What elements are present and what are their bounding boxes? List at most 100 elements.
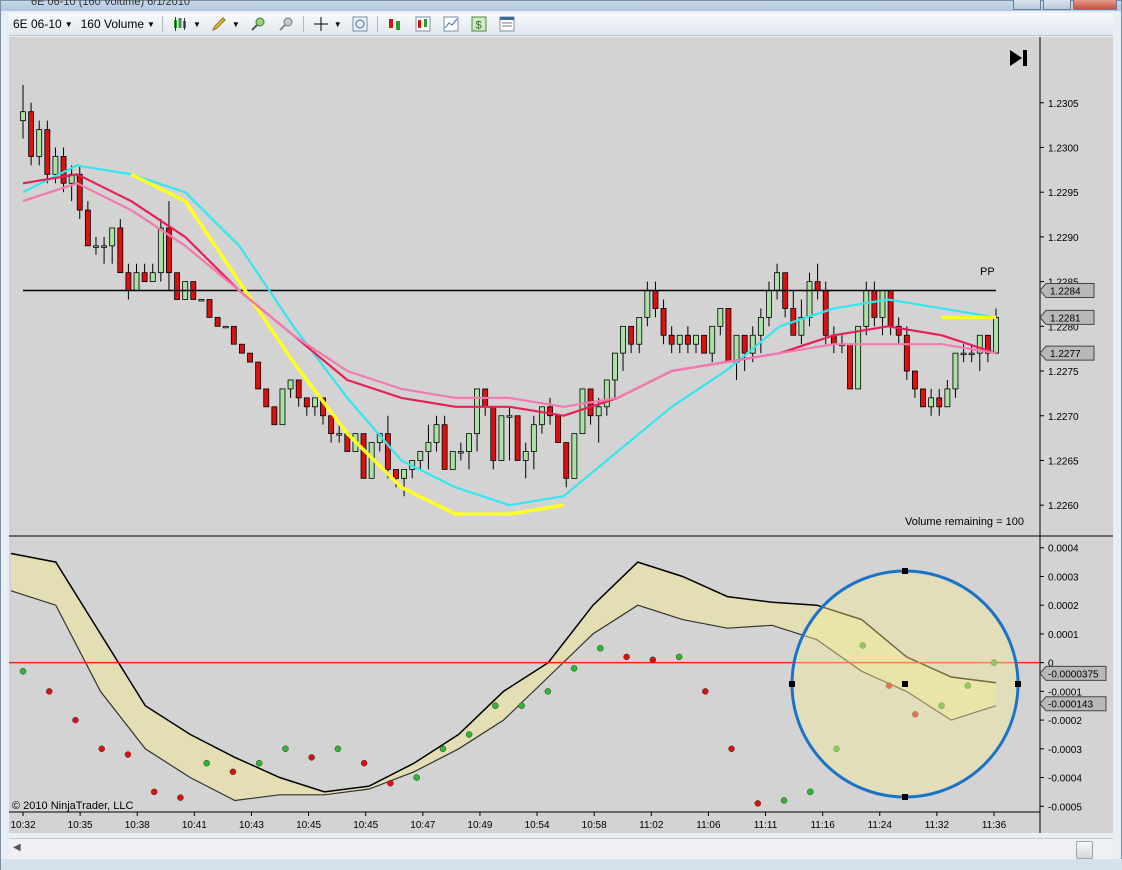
candle-body: [117, 227, 124, 274]
time-tick-label: 10:32: [10, 820, 35, 831]
indicator-dot: [754, 800, 762, 807]
time-tick-label: 10:45: [353, 820, 378, 831]
time-tick-label: 11:36: [982, 820, 1007, 831]
toolbar-separator: [302, 16, 304, 32]
price-tick-label: 1.2290: [1048, 233, 1079, 244]
time-tick-label: 11:11: [754, 820, 778, 831]
indicator-dot: [308, 754, 315, 761]
candle-body: [214, 316, 221, 327]
indicator-dot: [439, 745, 447, 753]
volume-remaining: Volume remaining = 100: [905, 516, 1024, 528]
indicator-dot: [413, 774, 420, 781]
candle-body: [628, 325, 635, 345]
zoom-out-icon: [278, 16, 294, 32]
zoom-in-button[interactable]: [244, 14, 272, 34]
candle-body: [968, 352, 975, 356]
candle-body: [636, 316, 643, 345]
candle-body: [709, 325, 716, 354]
candle-body: [20, 111, 26, 122]
indicator-dot: [19, 668, 27, 675]
indicator-dot: [518, 702, 525, 709]
candle-body: [141, 272, 148, 283]
candle-body: [174, 272, 180, 300]
candle-body: [936, 397, 943, 408]
indicator-tick-label: 0.0001: [1048, 630, 1079, 641]
indicators-icon: [415, 16, 431, 32]
chevron-down-icon: ▼: [333, 19, 342, 29]
zoom-in-icon: [250, 16, 266, 32]
indicators-button[interactable]: [409, 14, 437, 34]
candle-body: [328, 415, 335, 435]
indicator-dot: [492, 702, 499, 709]
candle-body: [717, 308, 724, 327]
candle-body: [952, 352, 959, 390]
candle-body: [693, 334, 699, 345]
candle-body: [125, 272, 132, 291]
indicator-dot: [177, 794, 184, 801]
candle-body: [539, 406, 545, 426]
circle-handle: [902, 568, 908, 574]
candle-body: [928, 397, 935, 408]
candle-body: [498, 415, 505, 461]
data-box-button[interactable]: [346, 14, 374, 34]
properties-button[interactable]: [493, 14, 521, 34]
candle-body: [611, 352, 618, 381]
strategy-icon: [387, 16, 403, 32]
chart-icon: [443, 16, 459, 32]
chart-style-button[interactable]: ▼: [166, 14, 205, 34]
horizontal-scrollbar[interactable]: ◀: [9, 838, 1113, 859]
candle-body: [887, 290, 894, 327]
time-tick-label: 10:43: [239, 820, 264, 831]
time-tick-label: 11:24: [868, 820, 893, 831]
indicator-tick-label: 0.0002: [1048, 601, 1079, 612]
chart-panels-button[interactable]: [437, 14, 465, 34]
candle-body: [230, 325, 237, 345]
order-button[interactable]: $: [465, 14, 493, 34]
scroll-left-arrow-icon[interactable]: ◀: [13, 842, 21, 853]
interval-selector[interactable]: 160 Volume ▼: [77, 14, 159, 34]
maximize-button[interactable]: [1043, 0, 1071, 10]
candle-body: [725, 308, 732, 363]
zoom-out-button[interactable]: [272, 14, 300, 34]
indicator-dot: [465, 731, 473, 738]
interval-label: 160 Volume: [80, 17, 145, 31]
drawing-tools-button[interactable]: ▼: [205, 14, 244, 34]
minimize-button[interactable]: [1013, 0, 1041, 10]
time-tick-label: 10:47: [410, 820, 435, 831]
candle-body: [822, 290, 829, 336]
title-bar[interactable]: 6E 06-10 (160 Volume) 6/1/2010: [1, 0, 1121, 11]
candle-body: [741, 334, 748, 354]
indicator-dot: [597, 645, 604, 652]
candle-body: [701, 334, 708, 354]
candle-body: [60, 156, 67, 184]
play-end-icon: [1010, 50, 1022, 66]
strategies-button[interactable]: [381, 14, 409, 34]
candle-body: [733, 334, 740, 363]
svg-text:$: $: [475, 20, 481, 32]
indicator-dot: [203, 759, 210, 767]
indicator-dot: [807, 788, 814, 796]
time-tick-label: 10:45: [296, 820, 321, 831]
candle-body: [255, 361, 262, 390]
indicator-dot: [255, 759, 263, 767]
candle-body: [303, 397, 310, 408]
candle-body: [44, 129, 51, 175]
play-end-button[interactable]: [1010, 50, 1027, 66]
scroll-thumb[interactable]: [1076, 841, 1093, 859]
chevron-down-icon: ▼: [64, 19, 73, 29]
price-marker-label: 1.2284: [1050, 287, 1081, 298]
instrument-selector[interactable]: 6E 06-10 ▼: [9, 14, 77, 34]
close-button[interactable]: [1073, 0, 1117, 10]
indicator-dot: [649, 656, 657, 664]
copyright-label: © 2010 NinjaTrader, LLC: [12, 800, 133, 812]
pp-label: PP: [980, 266, 995, 278]
candle-body: [198, 299, 205, 302]
chart-area[interactable]: 1.23051.23001.22951.22901.22851.22801.22…: [9, 37, 1113, 833]
candle-body: [466, 433, 472, 452]
candle-body: [684, 334, 691, 345]
crosshair-button[interactable]: ▼: [307, 14, 346, 34]
chart-canvas[interactable]: 1.23051.23001.22951.22901.22851.22801.22…: [9, 37, 1113, 833]
properties-icon: [499, 16, 515, 32]
candle-body: [441, 424, 448, 470]
candle-body: [571, 433, 578, 479]
